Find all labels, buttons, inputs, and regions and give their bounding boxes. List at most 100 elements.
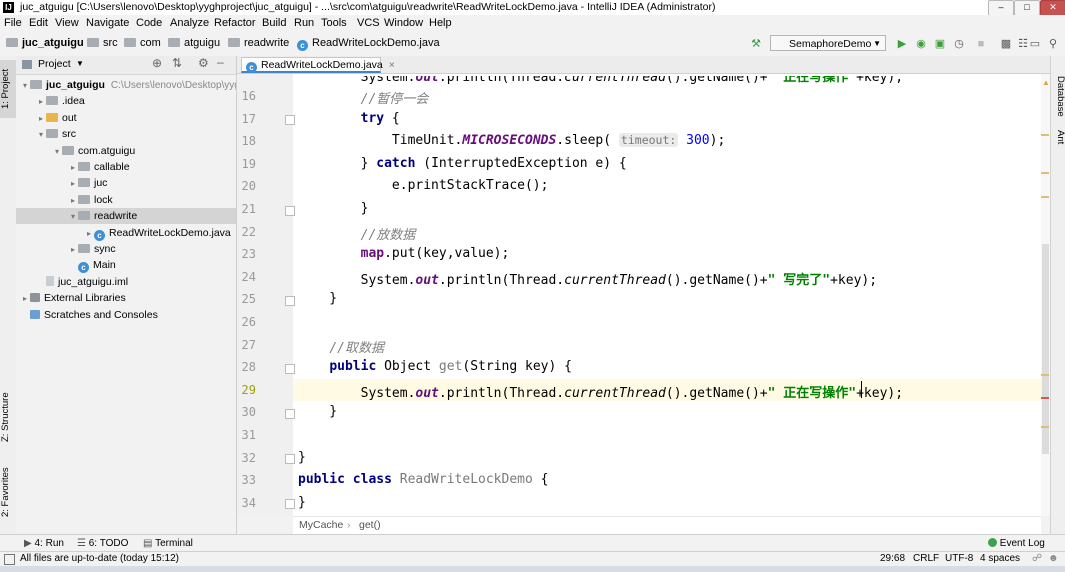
lock-icon[interactable]: ☍: [1032, 553, 1042, 564]
menu-navigate[interactable]: Navigate: [86, 17, 129, 29]
chevron-icon[interactable]: ▸: [84, 226, 94, 241]
menu-edit[interactable]: Edit: [29, 17, 48, 29]
chevron-icon[interactable]: ▾: [20, 78, 30, 93]
inspector-icon[interactable]: ☻: [1048, 553, 1059, 564]
tool-tab-favorites[interactable]: 2: Favorites: [0, 461, 16, 523]
chevron-icon[interactable]: ▸: [68, 242, 78, 257]
scroll-marker[interactable]: [1041, 172, 1049, 174]
line-separator[interactable]: CRLF: [913, 553, 939, 564]
tree-item[interactable]: ▸ .idea: [16, 93, 236, 109]
scroll-thumb[interactable]: [1042, 244, 1049, 454]
tool-todo[interactable]: ☰ 6: TODO: [77, 538, 128, 549]
chevron-icon[interactable]: ▾: [52, 144, 62, 159]
breadcrumb-file[interactable]: c ReadWriteLockDemo.java: [297, 37, 440, 51]
tree-item[interactable]: ▸ sync: [16, 241, 236, 257]
project-view-select[interactable]: Project: [38, 58, 71, 70]
breadcrumb-readwrite[interactable]: readwrite: [228, 37, 289, 49]
chevron-icon[interactable]: ▸: [36, 111, 46, 126]
file-encoding[interactable]: UTF-8: [945, 553, 973, 564]
breadcrumb-project[interactable]: juc_atguigu: [6, 37, 84, 49]
coverage-icon[interactable]: ▣: [934, 38, 946, 50]
chevron-icon[interactable]: ▸: [68, 176, 78, 191]
menu-vcs[interactable]: VCS: [357, 17, 380, 29]
gear-icon[interactable]: ⚙: [198, 56, 209, 70]
run-configuration-select[interactable]: SemaphoreDemo ▼: [770, 35, 886, 51]
tool-tab-project[interactable]: 1: Project: [0, 60, 16, 118]
fold-marker-icon[interactable]: [285, 206, 295, 216]
tree-item[interactable]: Scratches and Consoles: [16, 307, 236, 323]
menu-run[interactable]: Run: [294, 17, 314, 29]
scroll-marker[interactable]: [1041, 134, 1049, 136]
menu-file[interactable]: File: [4, 17, 22, 29]
layout-icon[interactable]: ▭: [1029, 38, 1041, 50]
chevron-icon[interactable]: ▸: [68, 160, 78, 175]
scroll-marker[interactable]: [1041, 397, 1049, 399]
project-structure-icon[interactable]: ▩: [1000, 38, 1012, 50]
breadcrumb-com[interactable]: com: [124, 37, 161, 49]
maximize-button[interactable]: □: [1014, 0, 1040, 16]
tree-item[interactable]: ▸ External Libraries: [16, 290, 236, 306]
tree-item[interactable]: ▾ readwrite: [16, 208, 236, 225]
collapse-icon[interactable]: ⇅: [172, 56, 182, 70]
stop-icon[interactable]: ■: [975, 38, 987, 50]
tab-readwritelockdemo[interactable]: c ReadWriteLockDemo.java ×: [241, 57, 395, 73]
breadcrumb-src[interactable]: src: [87, 37, 118, 49]
caret-position[interactable]: 29:68: [880, 553, 905, 564]
menu-tools[interactable]: Tools: [321, 17, 347, 29]
menu-window[interactable]: Window: [384, 17, 423, 29]
tool-tab-database[interactable]: Database: [1051, 76, 1065, 117]
locate-icon[interactable]: ⊕: [152, 56, 162, 70]
build-hammer-icon[interactable]: ⚒: [750, 38, 762, 50]
sdk-icon[interactable]: ☷: [1017, 38, 1029, 50]
breadcrumb-mycache[interactable]: MyCache: [299, 519, 343, 531]
tree-item[interactable]: ▾ src: [16, 126, 236, 142]
hide-icon[interactable]: –: [217, 55, 224, 69]
chevron-icon[interactable]: ▸: [36, 94, 46, 109]
profile-icon[interactable]: ◷: [953, 38, 965, 50]
menu-help[interactable]: Help: [429, 17, 452, 29]
menu-code[interactable]: Code: [136, 17, 162, 29]
menu-refactor[interactable]: Refactor: [214, 17, 256, 29]
chevron-icon[interactable]: ▸: [68, 193, 78, 208]
chevron-icon[interactable]: ▸: [20, 291, 30, 306]
fold-marker-icon[interactable]: [285, 409, 295, 419]
tool-terminal[interactable]: ▤ Terminal: [143, 538, 193, 549]
run-icon[interactable]: ▶: [896, 38, 908, 50]
editor-scrollbar[interactable]: [1041, 74, 1050, 516]
search-icon[interactable]: ⚲: [1047, 38, 1059, 50]
fold-marker-icon[interactable]: [285, 296, 295, 306]
chevron-icon[interactable]: ▾: [36, 127, 46, 142]
scroll-marker[interactable]: [1041, 196, 1049, 198]
close-icon[interactable]: ×: [389, 59, 395, 71]
tree-item[interactable]: c Main: [16, 257, 236, 274]
chevron-down-icon[interactable]: ▼: [76, 59, 84, 68]
menu-view[interactable]: View: [55, 17, 79, 29]
fold-marker-icon[interactable]: [285, 115, 295, 125]
close-button[interactable]: ✕: [1040, 0, 1065, 16]
tree-item[interactable]: juc_atguigu.iml: [16, 274, 236, 290]
tree-item[interactable]: ▾ com.atguigu: [16, 143, 236, 159]
menu-analyze[interactable]: Analyze: [170, 17, 209, 29]
tree-item[interactable]: ▸ callable: [16, 159, 236, 175]
chevron-icon[interactable]: ▾: [68, 209, 78, 224]
minimize-button[interactable]: –: [988, 0, 1014, 16]
scroll-marker[interactable]: [1041, 374, 1049, 376]
breadcrumb-get[interactable]: get(): [359, 519, 381, 531]
tool-tab-ant[interactable]: Ant: [1051, 130, 1065, 144]
fold-marker-icon[interactable]: [285, 454, 295, 464]
tool-run[interactable]: ▶ 4: Run: [24, 538, 64, 549]
tree-item[interactable]: ▸ out: [16, 110, 236, 126]
debug-icon[interactable]: ◉: [915, 38, 927, 50]
tree-item[interactable]: ▸ juc: [16, 175, 236, 191]
tree-item[interactable]: ▸ lock: [16, 192, 236, 208]
indent-setting[interactable]: 4 spaces: [980, 553, 1020, 564]
status-layout-icon[interactable]: [4, 554, 15, 565]
fold-marker-icon[interactable]: [285, 364, 295, 374]
breadcrumb-atguigu[interactable]: atguigu: [168, 37, 220, 49]
tree-item[interactable]: ▾ juc_atguigu C:\Users\lenovo\Desktop\yygh: [16, 77, 236, 93]
scroll-marker[interactable]: [1041, 426, 1049, 428]
tree-item[interactable]: ▸ c ReadWriteLockDemo.java: [16, 225, 236, 241]
tool-event-log[interactable]: Event Log: [988, 538, 1045, 549]
fold-marker-icon[interactable]: [285, 499, 295, 509]
tool-tab-structure[interactable]: Z: Structure: [0, 386, 16, 448]
